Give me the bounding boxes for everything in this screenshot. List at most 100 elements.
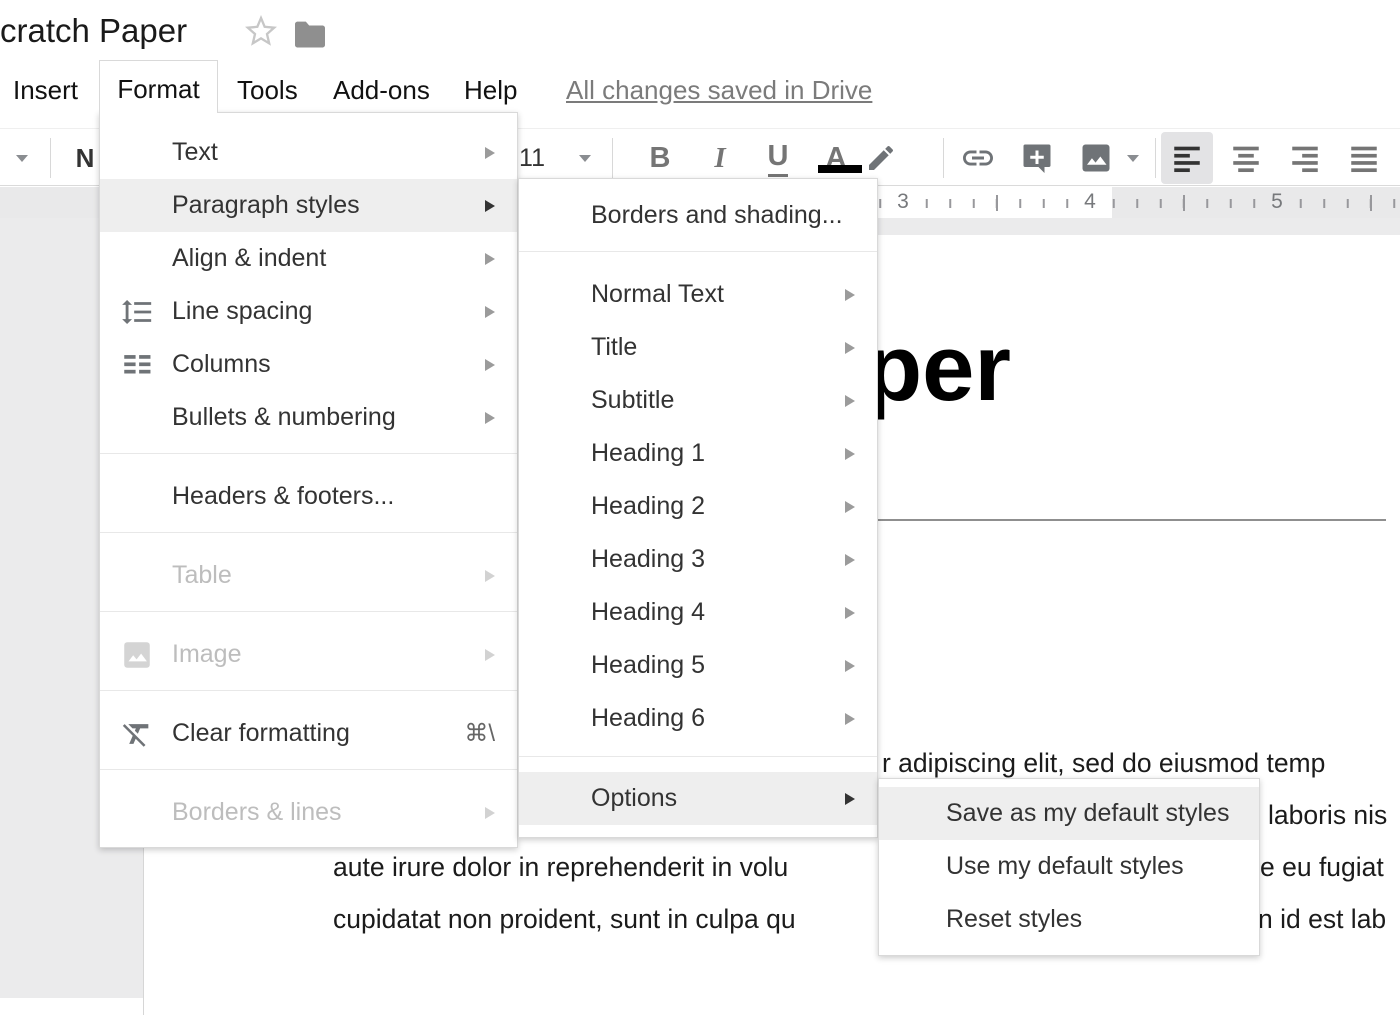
menu-item-label: Save as my default styles	[946, 799, 1229, 828]
shortcut-label: ⌘\	[464, 719, 495, 748]
paragraph-styles-submenu: Borders and shading... Normal Text Title…	[518, 178, 878, 838]
menu-item-columns[interactable]: Columns	[100, 338, 517, 391]
submenu-arrow-icon	[845, 342, 855, 354]
menu-item-label: Table	[172, 561, 232, 590]
submenu-arrow-icon	[485, 412, 495, 424]
align-justify-button[interactable]	[1343, 129, 1385, 187]
menu-item-label: Title	[591, 333, 637, 362]
submenu-arrow-icon	[485, 253, 495, 265]
paragraph-style-dropdown[interactable]: N	[70, 129, 100, 187]
menu-separator	[100, 453, 517, 454]
menu-item-bullets-numbering[interactable]: Bullets & numbering	[100, 391, 517, 444]
ruler-number: 3	[892, 190, 914, 214]
folder-icon[interactable]	[290, 15, 330, 60]
submenu-arrow-icon	[845, 713, 855, 725]
insert-image-icon[interactable]	[1075, 129, 1117, 187]
align-right-button[interactable]	[1284, 129, 1326, 187]
ruler-number: 5	[1266, 190, 1288, 214]
submenu-arrow-icon	[845, 289, 855, 301]
menu-item-title[interactable]: Title	[519, 321, 877, 374]
menu-item-borders-shading[interactable]: Borders and shading...	[519, 179, 877, 251]
document-text-line: laboris nis	[1268, 798, 1387, 832]
menu-item-label: Bullets & numbering	[172, 403, 396, 432]
menu-item-image: Image	[100, 628, 517, 681]
menu-item-normal-text[interactable]: Normal Text	[519, 268, 877, 321]
menu-item-label: Normal Text	[591, 280, 724, 309]
menu-item-heading-3[interactable]: Heading 3	[519, 533, 877, 586]
menu-separator	[100, 532, 517, 533]
document-text-line: cupidatat non proident, sunt in culpa qu	[333, 902, 796, 936]
menu-item-label: Subtitle	[591, 386, 674, 415]
menu-format[interactable]: Format	[99, 60, 218, 113]
submenu-arrow-icon	[485, 306, 495, 318]
menu-item-label: Heading 4	[591, 598, 705, 627]
menu-item-heading-5[interactable]: Heading 5	[519, 639, 877, 692]
align-center-button[interactable]	[1225, 129, 1267, 187]
columns-icon	[120, 348, 154, 382]
menu-tools[interactable]: Tools	[237, 71, 298, 109]
align-left-button[interactable]	[1166, 129, 1208, 187]
image-icon	[120, 638, 154, 672]
menu-help[interactable]: Help	[464, 71, 517, 109]
menu-item-paragraph-styles[interactable]: Paragraph styles	[100, 179, 517, 232]
menu-item-reset-styles[interactable]: Reset styles	[879, 893, 1259, 946]
menu-separator	[100, 769, 517, 770]
menu-item-align-indent[interactable]: Align & indent	[100, 232, 517, 285]
menu-item-label: Columns	[172, 350, 271, 379]
menu-item-text[interactable]: Text	[100, 126, 517, 179]
menu-item-heading-1[interactable]: Heading 1	[519, 427, 877, 480]
menu-item-options[interactable]: Options	[519, 772, 877, 825]
zoom-dropdown-caret-icon[interactable]	[16, 155, 28, 162]
toolbar-divider	[50, 138, 51, 178]
menu-item-label: Paragraph styles	[172, 191, 360, 220]
submenu-arrow-icon	[845, 554, 855, 566]
add-comment-icon[interactable]	[1016, 129, 1058, 187]
toolbar-divider	[943, 138, 944, 178]
menu-item-table: Table	[100, 549, 517, 602]
menu-item-label: Heading 5	[591, 651, 705, 680]
document-name[interactable]: cratch Paper	[0, 12, 187, 50]
options-submenu: Save as my default styles Use my default…	[878, 778, 1260, 956]
menu-item-label: Heading 6	[591, 704, 705, 733]
menu-item-save-default-styles[interactable]: Save as my default styles	[879, 787, 1259, 840]
line-spacing-icon	[120, 295, 154, 329]
menu-item-heading-4[interactable]: Heading 4	[519, 586, 877, 639]
menu-separator	[519, 756, 877, 757]
menu-item-label: Options	[591, 784, 677, 813]
save-status-link[interactable]: All changes saved in Drive	[566, 71, 872, 109]
image-dropdown-caret-icon[interactable]	[1127, 155, 1139, 162]
format-menu: Text Paragraph styles Align & indent Lin…	[99, 112, 518, 848]
clear-formatting-icon	[120, 717, 154, 751]
menu-item-subtitle[interactable]: Subtitle	[519, 374, 877, 427]
document-text-line: r adipiscing elit, sed do eiusmod temp	[882, 746, 1325, 780]
menu-item-label: Heading 2	[591, 492, 705, 521]
menu-item-label: Text	[172, 138, 218, 167]
menu-item-heading-2[interactable]: Heading 2	[519, 480, 877, 533]
menu-item-label: Heading 1	[591, 439, 705, 468]
submenu-arrow-icon	[485, 570, 495, 582]
menu-item-label: Heading 3	[591, 545, 705, 574]
menu-addons[interactable]: Add-ons	[333, 71, 430, 109]
submenu-arrow-icon	[485, 200, 495, 212]
insert-link-icon[interactable]	[957, 129, 999, 187]
menu-separator	[100, 690, 517, 691]
menu-item-heading-6[interactable]: Heading 6	[519, 692, 877, 745]
menu-item-label: Headers & footers...	[172, 482, 394, 511]
menu-item-headers-footers[interactable]: Headers & footers...	[100, 470, 517, 523]
toolbar-divider	[612, 138, 613, 178]
document-title-text: per	[865, 321, 1011, 415]
font-size-caret-icon[interactable]	[579, 155, 591, 162]
menu-item-clear-formatting[interactable]: Clear formatting ⌘\	[100, 707, 517, 760]
ruler-number: 4	[1079, 190, 1101, 214]
submenu-arrow-icon	[845, 395, 855, 407]
menu-insert[interactable]: Insert	[13, 71, 78, 109]
submenu-arrow-icon	[845, 448, 855, 460]
menu-item-use-default-styles[interactable]: Use my default styles	[879, 840, 1259, 893]
menu-item-label: Use my default styles	[946, 852, 1184, 881]
menu-separator	[519, 251, 877, 252]
star-icon[interactable]	[241, 12, 281, 57]
menu-item-line-spacing[interactable]: Line spacing	[100, 285, 517, 338]
document-text-line: e eu fugiat	[1260, 850, 1384, 884]
submenu-arrow-icon	[485, 147, 495, 159]
menu-item-label: Line spacing	[172, 297, 312, 326]
